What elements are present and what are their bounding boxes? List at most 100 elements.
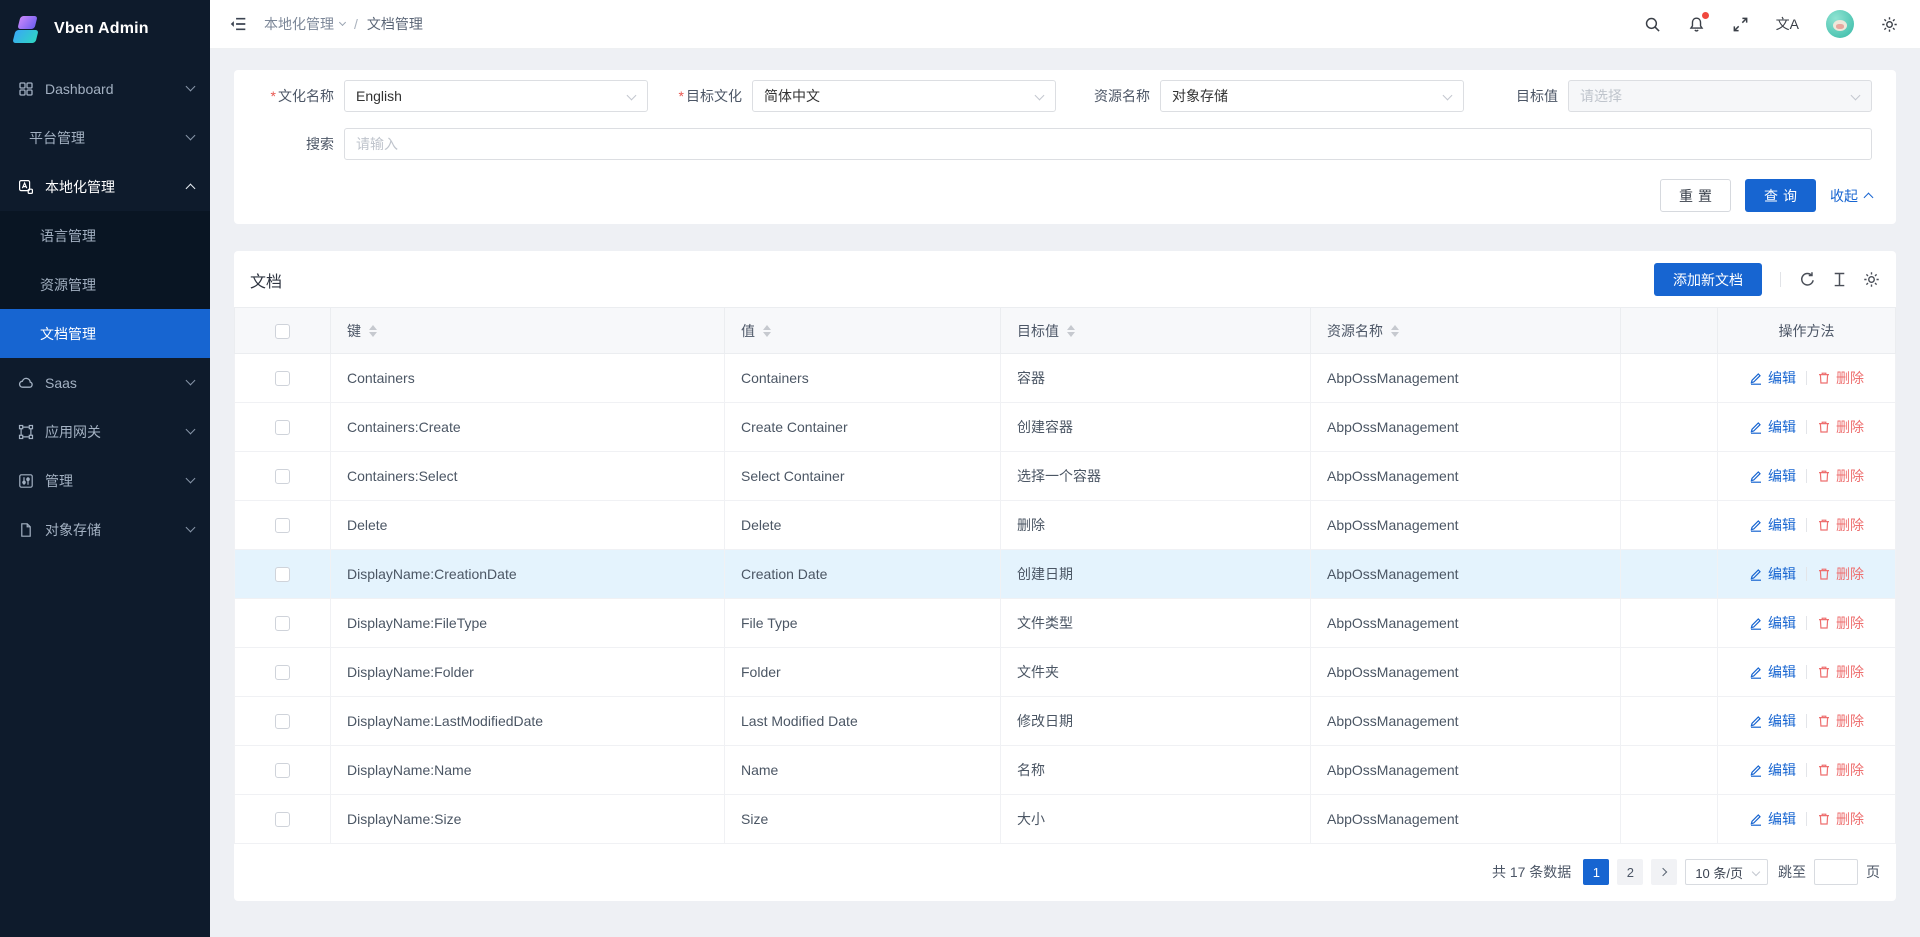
delete-button[interactable]: 删除: [1817, 515, 1864, 535]
culture-name-value: English: [356, 88, 402, 104]
row-checkbox[interactable]: [275, 763, 290, 778]
column-header-target[interactable]: 目标值: [1001, 308, 1311, 354]
chevron-down-icon: [1851, 91, 1861, 101]
menu-fold-icon[interactable]: [229, 15, 247, 33]
jump-page-input[interactable]: [1814, 859, 1858, 885]
refresh-icon[interactable]: [1799, 271, 1816, 288]
sidebar-item-object-storage[interactable]: 对象存储: [0, 505, 210, 554]
edit-button[interactable]: 编辑: [1749, 613, 1796, 633]
cell-value: Creation Date: [725, 550, 1001, 599]
page-button-1[interactable]: 1: [1583, 859, 1609, 885]
row-checkbox[interactable]: [275, 518, 290, 533]
avatar[interactable]: [1826, 10, 1854, 38]
delete-button[interactable]: 删除: [1817, 760, 1864, 780]
fullscreen-icon[interactable]: [1732, 16, 1749, 33]
breadcrumb-parent-label: 本地化管理: [264, 14, 334, 34]
row-checkbox[interactable]: [275, 469, 290, 484]
edit-button[interactable]: 编辑: [1749, 417, 1796, 437]
pencil-icon: [1749, 812, 1763, 826]
breadcrumb-parent[interactable]: 本地化管理: [264, 14, 345, 34]
column-header-resource[interactable]: 资源名称: [1311, 308, 1621, 354]
delete-button[interactable]: 删除: [1817, 613, 1864, 633]
edit-button[interactable]: 编辑: [1749, 662, 1796, 682]
delete-button[interactable]: 删除: [1817, 711, 1864, 731]
translate-icon[interactable]: 文A: [1776, 14, 1799, 34]
logo[interactable]: Vben Admin: [0, 0, 210, 58]
row-checkbox[interactable]: [275, 714, 290, 729]
resource-name-value: 对象存储: [1172, 86, 1228, 106]
delete-button[interactable]: 删除: [1817, 368, 1864, 388]
next-page-button[interactable]: [1651, 859, 1677, 885]
edit-button[interactable]: 编辑: [1749, 809, 1796, 829]
row-checkbox[interactable]: [275, 567, 290, 582]
pencil-icon: [1749, 763, 1763, 777]
sidebar-item-saas[interactable]: Saas: [0, 358, 210, 407]
pencil-icon: [1749, 616, 1763, 630]
sidebar-item-gateway[interactable]: 应用网关: [0, 407, 210, 456]
edit-button[interactable]: 编辑: [1749, 466, 1796, 486]
target-culture-select[interactable]: 简体中文: [752, 80, 1056, 112]
column-header-key[interactable]: 键: [331, 308, 725, 354]
cell-value: Folder: [725, 648, 1001, 697]
culture-name-select[interactable]: English: [344, 80, 648, 112]
delete-button[interactable]: 删除: [1817, 417, 1864, 437]
edit-button[interactable]: 编辑: [1749, 564, 1796, 584]
trash-icon: [1817, 567, 1831, 581]
row-height-icon[interactable]: [1831, 271, 1848, 288]
row-checkbox[interactable]: [275, 812, 290, 827]
page-button-2[interactable]: 2: [1617, 859, 1643, 885]
jump-suffix-label: 页: [1866, 862, 1880, 882]
file-icon: [18, 522, 34, 538]
cell-value: File Type: [725, 599, 1001, 648]
cell-resource-name: AbpOssManagement: [1311, 501, 1621, 550]
sidebar-item-document-management[interactable]: 文档管理: [0, 309, 210, 358]
table-row: DisplayName:Folder Folder 文件夹 AbpOssMana…: [235, 648, 1896, 697]
search-input[interactable]: [344, 128, 1872, 160]
row-checkbox[interactable]: [275, 420, 290, 435]
reset-button[interactable]: 重置: [1660, 179, 1731, 212]
row-checkbox[interactable]: [275, 616, 290, 631]
delete-button[interactable]: 删除: [1817, 662, 1864, 682]
settings-gear-icon[interactable]: [1881, 16, 1898, 33]
sliders-icon: [18, 473, 34, 489]
add-document-button[interactable]: 添加新文档: [1654, 263, 1762, 296]
column-header-value[interactable]: 值: [725, 308, 1001, 354]
resource-name-select[interactable]: 对象存储: [1160, 80, 1464, 112]
action-divider: [1806, 714, 1807, 728]
chevron-down-icon: [1035, 91, 1045, 101]
edit-button[interactable]: 编辑: [1749, 760, 1796, 780]
sort-icon: [369, 325, 377, 337]
resource-name-field: 资源名称 对象存储: [1074, 80, 1464, 112]
chevron-down-icon: [186, 474, 196, 484]
notification-bell-icon[interactable]: [1688, 16, 1705, 33]
trash-icon: [1817, 763, 1831, 777]
sidebar-item-management[interactable]: 管理: [0, 456, 210, 505]
cell-empty: [1621, 550, 1718, 599]
delete-button[interactable]: 删除: [1817, 564, 1864, 584]
page-size-select[interactable]: 10 条/页: [1685, 859, 1768, 885]
sidebar-item-localization[interactable]: 本地化管理: [0, 162, 210, 211]
search-icon[interactable]: [1644, 16, 1661, 33]
row-checkbox[interactable]: [275, 371, 290, 386]
select-all-header[interactable]: [235, 308, 331, 354]
sidebar-item-language-management[interactable]: 语言管理: [0, 211, 210, 260]
row-checkbox[interactable]: [275, 665, 290, 680]
sidebar-item-dashboard[interactable]: Dashboard: [0, 64, 210, 113]
action-divider: [1806, 616, 1807, 630]
action-divider: [1806, 518, 1807, 532]
column-settings-gear-icon[interactable]: [1863, 271, 1880, 288]
pencil-icon: [1749, 665, 1763, 679]
sidebar-item-platform[interactable]: 平台管理: [0, 113, 210, 162]
edit-button[interactable]: 编辑: [1749, 515, 1796, 535]
collapse-toggle[interactable]: 收起: [1830, 186, 1872, 206]
edit-button[interactable]: 编辑: [1749, 368, 1796, 388]
cell-empty: [1621, 452, 1718, 501]
edit-button[interactable]: 编辑: [1749, 711, 1796, 731]
query-button[interactable]: 查询: [1745, 179, 1816, 212]
delete-button[interactable]: 删除: [1817, 466, 1864, 486]
delete-button[interactable]: 删除: [1817, 809, 1864, 829]
sidebar-item-resource-management[interactable]: 资源管理: [0, 260, 210, 309]
chevron-down-icon: [186, 376, 196, 386]
trash-icon: [1817, 469, 1831, 483]
select-all-checkbox[interactable]: [275, 324, 290, 339]
